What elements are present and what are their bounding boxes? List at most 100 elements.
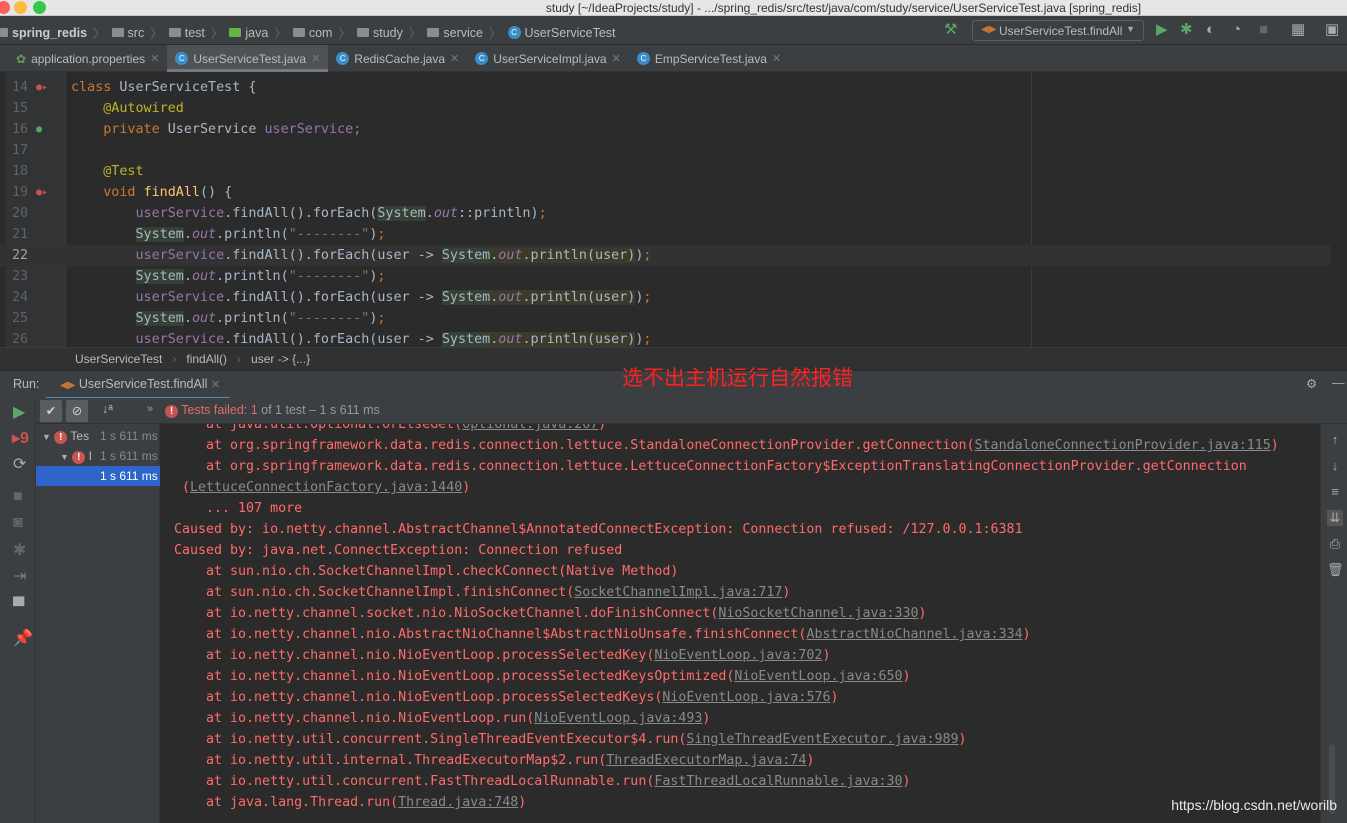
code-line[interactable]: 18 @Test — [0, 161, 1330, 182]
source-link[interactable]: LettuceConnectionFactory.java:1440 — [190, 480, 462, 495]
tab-application-properties[interactable]: ✿ application.properties ✕ — [8, 45, 167, 72]
crumb-lambda[interactable]: user -> {...} — [251, 352, 310, 370]
code-line[interactable]: 20 userService.findAll().forEach(System.… — [0, 203, 1330, 224]
hide-panel-icon[interactable]: — — [1332, 376, 1345, 390]
code-line[interactable]: 19 ●▸ void findAll() { — [0, 182, 1330, 203]
run-icon[interactable]: ▶ — [1156, 22, 1168, 38]
source-link[interactable]: NioEventLoop.java:493 — [534, 711, 702, 726]
code-editor[interactable]: 14 ●▸ class UserServiceTest {15 @Autowired… — [0, 72, 1347, 347]
tab-user-service-test[interactable]: C UserServiceTest.java ✕ — [167, 45, 329, 72]
line-number: 15 — [12, 101, 29, 116]
code-line[interactable]: 15 @Autowired — [0, 98, 1330, 119]
run-configuration-dropdown[interactable]: ◀▶ UserServiceTest.findAll ▼ — [972, 20, 1144, 41]
code-line[interactable]: 17 — [0, 140, 1330, 161]
source-link[interactable]: Thread.java:748 — [398, 795, 518, 810]
source-link[interactable]: SocketChannelImpl.java:717 — [574, 585, 782, 600]
crumb-study[interactable]: study — [357, 26, 403, 40]
source-link[interactable]: NioEventLoop.java:576 — [662, 690, 830, 705]
crumb-project[interactable]: spring_redis — [0, 26, 87, 40]
code-token: out — [191, 269, 217, 284]
code-line[interactable]: 14 ●▸ class UserServiceTest { — [0, 77, 1330, 98]
close-tab-icon[interactable]: ✕ — [311, 52, 320, 65]
build-hammer-icon[interactable]: ⚒ — [944, 22, 957, 38]
crumb-service[interactable]: service — [427, 26, 483, 40]
tab-emp-service-test[interactable]: C EmpServiceTest.java ✕ — [629, 45, 789, 72]
show-passed-toggle[interactable]: ✔ — [40, 400, 62, 422]
scroll-to-end-icon[interactable]: ⇊ — [1327, 510, 1343, 526]
source-link[interactable]: AbstractNioChannel.java:334 — [806, 627, 1022, 642]
profiler-icon[interactable]: ◔ — [1232, 22, 1241, 38]
spring-bean-gutter-icon[interactable]: ● — [36, 119, 42, 140]
print-icon[interactable]: ⎙ — [1327, 536, 1343, 552]
code-line[interactable]: 21 System.out.println("--------"); — [0, 224, 1330, 245]
close-tab-icon[interactable]: ✕ — [612, 52, 621, 65]
code-token: .findAll().forEach(user -> — [224, 290, 442, 305]
source-link[interactable]: Optional.java:267 — [462, 424, 598, 432]
run-test-gutter-icon[interactable]: ●▸ — [36, 182, 48, 203]
layout-icon[interactable]: ▀ — [13, 598, 24, 616]
expand-arrow-icon[interactable]: ▼ — [60, 452, 69, 462]
code-line[interactable]: 22 userService.findAll().forEach(user ->… — [0, 245, 1330, 266]
debug-icon[interactable]: ✱ — [13, 540, 26, 560]
source-link[interactable]: StandaloneConnectionProvider.java:115 — [975, 438, 1271, 453]
close-tab-icon[interactable]: ✕ — [211, 379, 220, 391]
close-tab-icon[interactable]: ✕ — [450, 52, 459, 65]
source-link[interactable]: ThreadExecutorMap.java:74 — [606, 753, 806, 768]
rerun-failed-icon[interactable]: ▸9 — [12, 428, 29, 448]
source-link[interactable]: SingleThreadEventExecutor.java:989 — [686, 732, 958, 747]
crumb-com[interactable]: com — [292, 26, 332, 40]
up-arrow-icon[interactable]: ↑ — [1327, 432, 1343, 448]
test-tree-class[interactable]: ▼ ! I1 s 611 ms — [36, 446, 160, 466]
run-tab[interactable]: ◀▶ UserServiceTest.findAll ✕ — [46, 371, 231, 399]
rerun-icon[interactable]: ▶ — [13, 402, 25, 422]
console-line: at io.netty.channel.nio.NioEventLoop.run… — [174, 711, 711, 726]
console-output[interactable]: at java.util.Optional.orElseGet(Optional… — [160, 424, 1320, 823]
code-token: userService — [264, 122, 354, 137]
source-link[interactable]: FastThreadLocalRunnable.java:30 — [654, 774, 902, 789]
pin-icon[interactable]: 📌 — [13, 628, 33, 648]
trash-icon[interactable]: 🗑 — [1327, 562, 1344, 578]
debug-bug-icon[interactable]: ✱ — [1180, 22, 1193, 38]
sort-alphabetically-icon[interactable]: ↓ᵃ — [102, 402, 113, 416]
code-token: System — [135, 269, 184, 284]
soft-wrap-icon[interactable]: ≡ — [1327, 484, 1343, 500]
crumb-class[interactable]: C UserServiceTest — [507, 26, 616, 40]
code-line[interactable]: 16 ● private UserService userService; — [0, 119, 1330, 140]
tab-user-service-impl[interactable]: C UserServiceImpl.java ✕ — [467, 45, 629, 72]
source-link[interactable]: NioEventLoop.java:702 — [654, 648, 822, 663]
console-line: at io.netty.util.concurrent.FastThreadLo… — [174, 774, 911, 789]
code-token: System — [135, 311, 184, 326]
code-line[interactable]: 23 System.out.println("--------"); — [0, 266, 1330, 287]
code-line[interactable]: 26 userService.findAll().forEach(user ->… — [0, 329, 1330, 347]
console-line: at io.netty.channel.nio.AbstractNioChann… — [174, 627, 1031, 642]
settings-gear-icon[interactable]: ⚙ — [1306, 376, 1317, 391]
crumb-method[interactable]: findAll() — [186, 352, 227, 370]
presentation-icon[interactable]: ▣ — [1325, 22, 1339, 38]
exit-icon[interactable]: ⇥ — [13, 566, 26, 586]
test-tree-root[interactable]: ▼ ! Tes 1 s 611 ms — [36, 426, 160, 446]
project-structure-icon[interactable]: ▦ — [1291, 22, 1305, 38]
crumb-test[interactable]: test — [168, 26, 205, 40]
stop-icon[interactable]: ■ — [1259, 22, 1268, 38]
tab-redis-cache[interactable]: C RedisCache.java ✕ — [328, 45, 467, 72]
source-link[interactable]: NioSocketChannel.java:330 — [718, 606, 918, 621]
camera-icon[interactable]: ◙ — [13, 514, 23, 532]
source-link[interactable]: NioEventLoop.java:650 — [734, 669, 902, 684]
more-icon[interactable]: » — [147, 403, 153, 415]
code-line[interactable]: 25 System.out.println("--------"); — [0, 308, 1330, 329]
close-tab-icon[interactable]: ✕ — [772, 52, 781, 65]
expand-arrow-icon[interactable]: ▼ — [42, 432, 51, 442]
close-tab-icon[interactable]: ✕ — [150, 52, 159, 65]
coverage-icon[interactable]: ◐ — [1206, 22, 1215, 38]
down-arrow-icon[interactable]: ↓ — [1327, 458, 1343, 474]
crumb-class[interactable]: UserServiceTest — [75, 352, 162, 370]
test-tree-method[interactable]: 1 s 611 ms — [36, 466, 160, 486]
crumb-src[interactable]: src — [111, 26, 144, 40]
title-bar: study [~/IdeaProjects/study] - .../sprin… — [0, 0, 1347, 16]
stop-icon[interactable]: ■ — [13, 488, 23, 506]
crumb-java[interactable]: java — [229, 26, 268, 40]
run-test-gutter-icon[interactable]: ●▸ — [36, 77, 48, 98]
show-ignored-toggle[interactable]: ⊘ — [66, 400, 88, 422]
toggle-auto-test-icon[interactable]: ⟳ — [13, 454, 26, 474]
code-line[interactable]: 24 userService.findAll().forEach(user ->… — [0, 287, 1330, 308]
